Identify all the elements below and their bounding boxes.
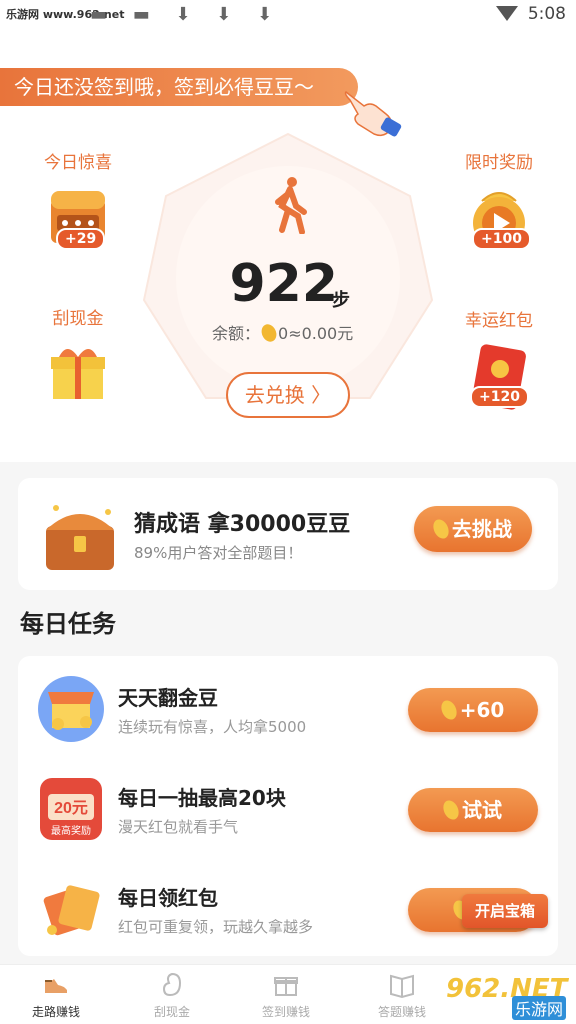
status-right: 5:08 [495,4,566,24]
gold-chest-icon [46,505,114,570]
watermark-logo: 962.NET 乐游网 [446,974,572,1020]
nav-label: 刮现金 [153,1005,190,1019]
nav-signin-earn[interactable]: 签到赚钱 [246,971,326,1020]
surprise-label: 今日惊喜 [44,153,112,173]
surprise-item[interactable]: 今日惊喜 +29 [36,148,120,251]
watermark-small: 乐游网 [512,996,567,1020]
lucky-redpacket-item[interactable]: 幸运红包 +120 [456,306,542,411]
nav-walk-earn[interactable]: 走路赚钱 [16,971,96,1020]
gift-icon [274,977,298,996]
challenge-subtitle: 89%用户答对全部题目！ [134,544,303,562]
nav-scratch-cash[interactable]: 刮现金 [132,971,212,1020]
surprise-badge: +29 [56,228,106,250]
idiom-challenge-card[interactable]: 猜成语 拿30000豆豆 89%用户答对全部题目！ 去挑战 [18,478,558,590]
bean-icon [438,697,460,723]
challenge-button[interactable]: 去挑战 [414,506,532,552]
task-flip-beans[interactable]: 天天翻金豆 连续玩有惊喜，人均拿5000 +60 [18,660,558,760]
top-area: 乐游网 www.962.net ▬ ▬ ⬇ ⬇ ⬇ 5:08 今日还没签到哦，签… [0,0,576,462]
steps-unit: 步 [332,290,350,311]
notification-icons: ▬ ▬ ⬇ ⬇ ⬇ [90,4,283,25]
status-bar: 乐游网 www.962.net ▬ ▬ ⬇ ⬇ ⬇ 5:08 [0,0,576,32]
task-button-label: 试试 [462,798,502,822]
wifi-icon [495,6,518,21]
challenge-button-label: 去挑战 [452,517,512,541]
shop-awning-icon [38,676,104,742]
nav-quiz-earn[interactable]: 答题赚钱 [362,971,442,1020]
status-time: 5:08 [527,4,566,24]
nav-label: 答题赚钱 [377,1005,426,1019]
task-button[interactable]: +60 [408,688,538,732]
task-title: 每日一抽最高20块 [118,786,286,810]
limited-reward-label: 限时奖励 [465,153,533,173]
exchange-button[interactable]: 去兑换 〉 [226,372,350,418]
task-daily-draw[interactable]: 20元 最高奖励 每日一抽最高20块 漫天红包就看手气 试试 [18,760,558,860]
shoe-icon [45,979,67,993]
nav-label: 签到赚钱 [261,1005,310,1019]
bean-icon [430,516,452,542]
red-reward-icon: 20元 最高奖励 [40,778,102,840]
nav-label: 走路赚钱 [31,1005,80,1019]
gift-box-icon [51,349,105,399]
reward-amount-text: 20元 [54,800,88,817]
limited-reward-badge: +100 [472,228,531,250]
bean-icon [440,797,462,823]
bean-icon [162,972,182,997]
balance-label: 余额： [212,324,261,343]
red-envelopes-icon [43,885,100,936]
reward-caption-text: 最高奖励 [51,824,91,837]
daily-tasks-title: 每日任务 [20,610,116,638]
task-subtitle: 红包可重复领，玩越久拿越多 [118,918,314,936]
task-title: 天天翻金豆 [118,686,218,710]
limited-reward-item[interactable]: 限时奖励 +100 [456,148,542,251]
signin-banner[interactable]: 今日还没签到哦，签到必得豆豆～ [0,68,358,106]
book-icon [390,974,414,999]
task-button[interactable]: 试试 [408,788,538,832]
task-title: 每日领红包 [118,886,218,910]
challenge-title: 猜成语 拿30000豆豆 [134,512,351,537]
task-button-label: +60 [459,698,505,722]
task-subtitle: 连续玩有惊喜，人均拿5000 [118,718,307,736]
scratch-cash-label: 刮现金 [52,309,104,329]
bean-icon [258,321,280,345]
scratch-cash-item[interactable]: 刮现金 [40,304,116,403]
balance-line: 余额： 0≈0.00元 [212,320,354,345]
lucky-redpacket-badge: +120 [470,386,529,408]
open-chest-tag[interactable]: 开启宝箱 [462,894,548,928]
task-subtitle: 漫天红包就看手气 [118,818,239,836]
walking-person-icon [275,177,307,234]
steps-count: 922 [229,254,338,314]
lucky-redpacket-label: 幸运红包 [465,311,533,331]
balance-value: 0≈0.00元 [278,324,354,343]
